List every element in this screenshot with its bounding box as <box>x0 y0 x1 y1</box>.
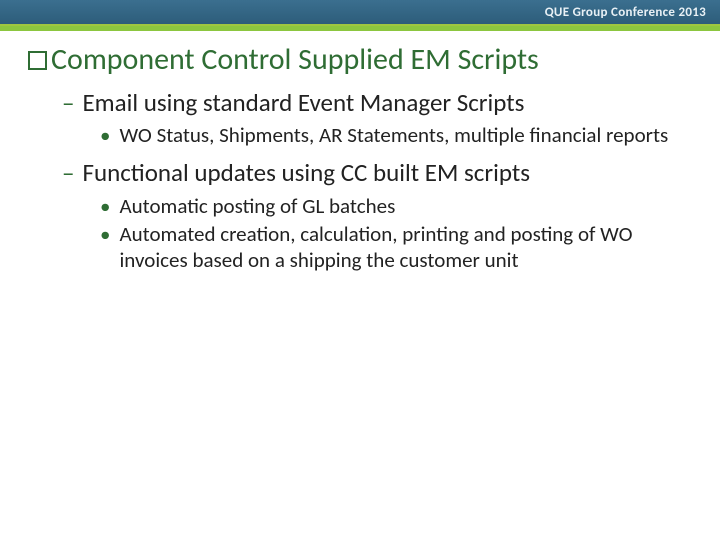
sublist: • WO Status, Shipments, AR Statements, m… <box>100 122 692 148</box>
title-text: Component Control Supplied EM Scripts <box>51 43 539 78</box>
list-item: • Automated creation, calculation, print… <box>100 221 692 274</box>
dash-icon: – <box>62 158 74 188</box>
header-bar: QUE Group Conference 2013 <box>0 0 720 26</box>
list-item: – Email using standard Event Manager Scr… <box>62 88 692 149</box>
content: Component Control Supplied EM Scripts – … <box>0 31 720 274</box>
list-item: • Automatic posting of GL batches <box>100 193 692 219</box>
square-bullet-icon <box>28 51 47 70</box>
level2-text: WO Status, Shipments, AR Statements, mul… <box>119 122 668 148</box>
list-item: • WO Status, Shipments, AR Statements, m… <box>100 122 692 148</box>
sublist: • Automatic posting of GL batches • Auto… <box>100 193 692 274</box>
bullet-icon: • <box>100 221 110 247</box>
level2-text: Automated creation, calculation, printin… <box>119 221 692 274</box>
header-text: QUE Group Conference 2013 <box>545 5 706 20</box>
list-item: – Functional updates using CC built EM s… <box>62 158 692 273</box>
bullet-icon: • <box>100 122 110 148</box>
dash-icon: – <box>62 88 74 118</box>
bullet-icon: • <box>100 193 110 219</box>
level1-text: Email using standard Event Manager Scrip… <box>82 88 524 119</box>
level1-text: Functional updates using CC built EM scr… <box>82 158 530 189</box>
slide: QUE Group Conference 2013 Component Cont… <box>0 0 720 540</box>
slide-title: Component Control Supplied EM Scripts <box>28 43 692 78</box>
level2-text: Automatic posting of GL batches <box>119 193 395 219</box>
